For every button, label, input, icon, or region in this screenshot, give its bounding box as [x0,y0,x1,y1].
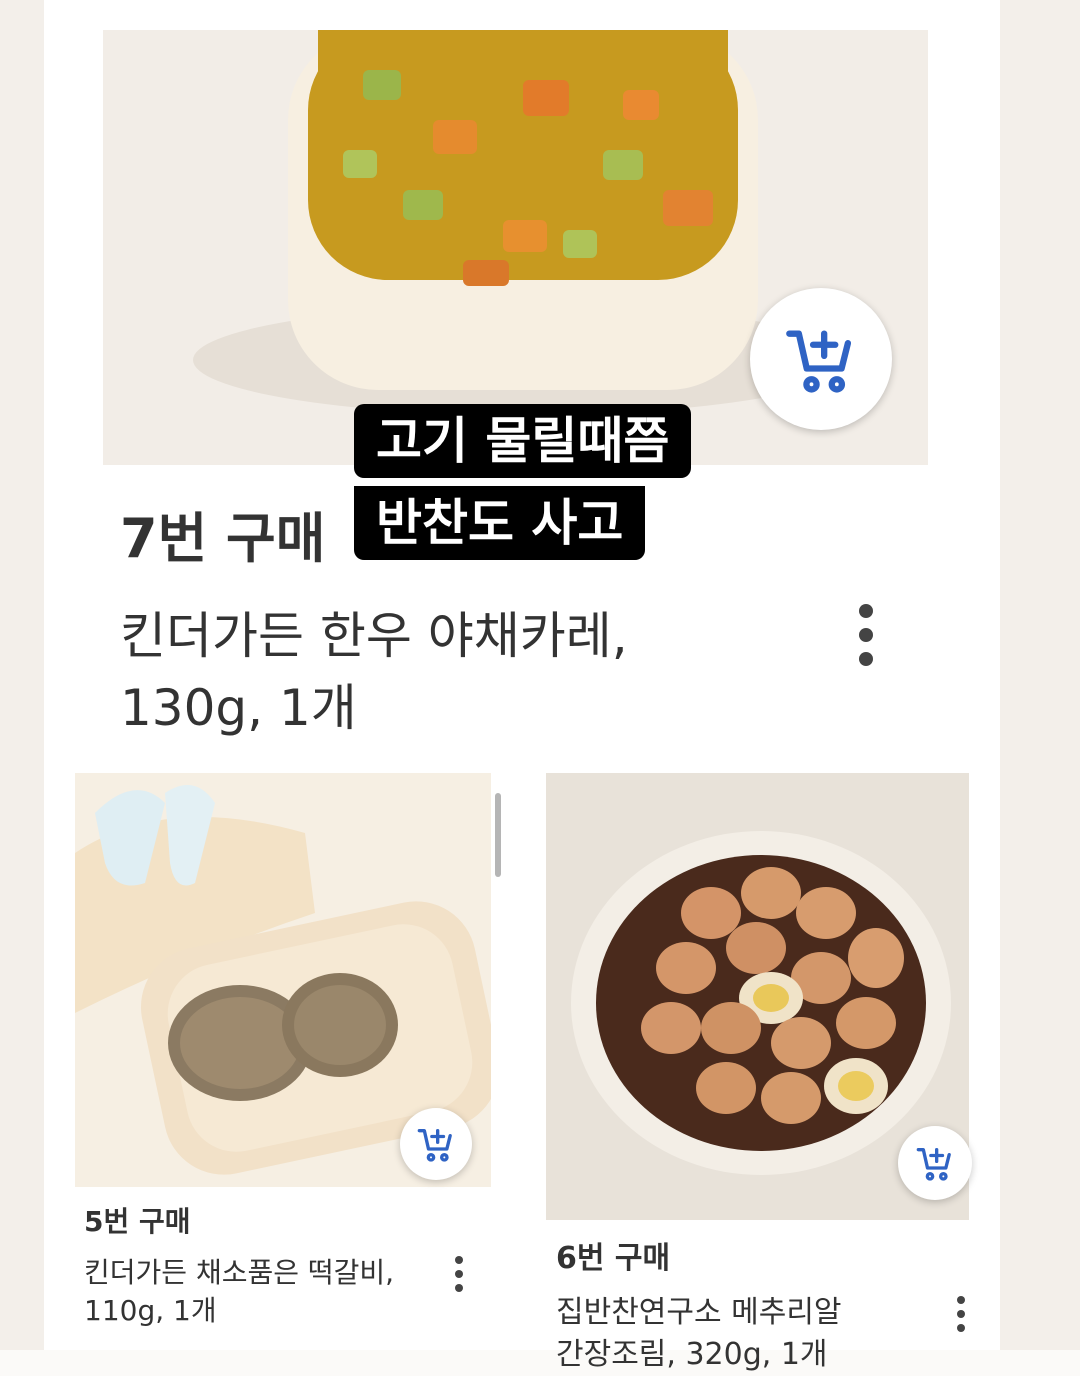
product-title[interactable]: 집반찬연구소 메추리알 간장조림, 320g, 1개 [556,1292,842,1376]
add-to-cart-icon [417,1129,452,1162]
product-title[interactable]: 킨더가든 한우 야채카레, 130g, 1개 [120,600,628,744]
add-to-cart-icon [786,330,852,393]
caption-overlay-line2: 반찬도 사고 [354,486,646,560]
scrollbar[interactable] [495,793,501,877]
frame-right [1000,0,1080,1350]
add-to-cart-button-tteokgalbi[interactable] [400,1108,472,1180]
product-title-line2: 간장조림, 320g, 1개 [556,1337,828,1372]
purchase-rank: 7번 구매 [120,507,326,570]
more-vertical-icon[interactable] [450,1256,468,1292]
purchase-rank: 6번 구매 [556,1241,671,1276]
product-title-line1: 킨더가든 채소품은 떡갈비, [84,1256,395,1289]
product-title-line1: 킨더가든 한우 야채카레, [120,607,628,665]
product-title[interactable]: 킨더가든 채소품은 떡갈비, 110g, 1개 [84,1254,394,1330]
product-title-line2: 110g, 1개 [84,1294,217,1327]
purchase-rank: 5번 구매 [84,1205,191,1238]
more-vertical-icon[interactable] [952,1296,970,1332]
add-to-cart-button-curry[interactable] [750,288,892,430]
product-title-line2: 130g, 1개 [120,679,357,737]
caption-overlay-line1: 고기 물릴때쯤 [354,404,692,478]
add-to-cart-button-quail-eggs[interactable] [898,1126,972,1200]
add-to-cart-icon [916,1148,951,1181]
product-title-line1: 집반찬연구소 메추리알 [556,1295,842,1330]
frame-left [0,0,44,1350]
more-vertical-icon[interactable] [856,604,876,666]
